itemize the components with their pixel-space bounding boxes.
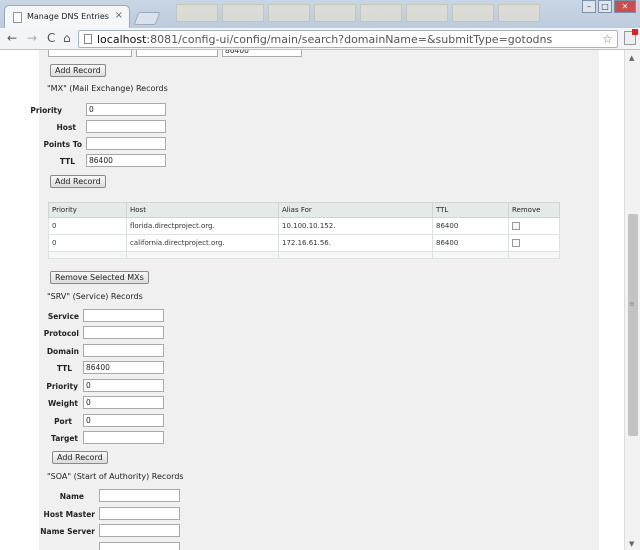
- srv-add-record-button[interactable]: Add Record: [52, 451, 108, 464]
- minimize-icon[interactable]: –: [582, 0, 596, 13]
- srv-port-label: Port: [54, 417, 72, 426]
- cell-alias-for: 172.16.61.56.: [278, 234, 433, 252]
- mx-section-title: "MX" (Mail Exchange) Records: [47, 84, 168, 93]
- page-icon: [13, 12, 22, 23]
- cell-alias-for: 10.100.10.152.: [278, 217, 433, 235]
- srv-service-field[interactable]: [83, 309, 164, 322]
- url-text[interactable]: localhost:8081/config-ui/config/main/sea…: [97, 33, 552, 46]
- soa-next-field-partial[interactable]: [99, 542, 180, 550]
- new-tab-button[interactable]: [133, 12, 161, 25]
- srv-weight-field[interactable]: [83, 396, 164, 409]
- mx-ttl-field[interactable]: [86, 154, 166, 167]
- cell-ttl: 86400: [432, 234, 509, 252]
- cell-ttl: 86400: [432, 217, 509, 235]
- col-alias-for: Alias For: [278, 202, 433, 218]
- mx-add-record-button[interactable]: Add Record: [50, 175, 106, 188]
- soa-name-label: Name: [59, 492, 84, 501]
- scroll-grip-icon: ≡: [629, 300, 635, 308]
- srv-target-field[interactable]: [83, 431, 164, 444]
- srv-weight-label: Weight: [48, 399, 78, 408]
- extension-icon[interactable]: [624, 29, 638, 45]
- col-remove: Remove: [508, 202, 560, 218]
- srv-ttl-field[interactable]: [83, 361, 164, 374]
- cell-priority: 0: [48, 234, 127, 252]
- srv-ttl-label: TTL: [56, 364, 72, 373]
- srv-priority-label: Priority: [46, 382, 78, 391]
- vertical-scrollbar[interactable]: ▲ ≡ ▼: [624, 50, 640, 550]
- mx-priority-field[interactable]: [86, 103, 166, 116]
- cell-host: california.directproject.org.: [126, 234, 279, 252]
- browser-tab[interactable]: Manage DNS Entries ×: [4, 5, 130, 29]
- srv-protocol-label: Protocol: [43, 329, 79, 338]
- srv-section-title: "SRV" (Service) Records: [47, 292, 143, 301]
- reload-icon[interactable]: C: [47, 31, 55, 45]
- mx-host-field[interactable]: [86, 120, 166, 133]
- bookmark-star-icon[interactable]: ☆: [602, 32, 613, 46]
- scrollbar-thumb[interactable]: [628, 214, 638, 436]
- mx-priority-label: Priority: [30, 106, 62, 115]
- scroll-up-icon[interactable]: ▲: [629, 54, 634, 62]
- add-record-button-top[interactable]: Add Record: [50, 64, 106, 77]
- remove-checkbox[interactable]: [512, 222, 520, 230]
- scroll-down-icon[interactable]: ▼: [629, 540, 634, 548]
- remove-selected-mxs-button[interactable]: Remove Selected MXs: [50, 271, 149, 284]
- mx-host-label: Host: [56, 123, 76, 132]
- srv-priority-field[interactable]: [83, 379, 164, 392]
- soa-host-master-field[interactable]: [99, 507, 180, 520]
- forward-arrow-icon[interactable]: →: [27, 31, 37, 45]
- browser-tab-strip: Manage DNS Entries × – □ ✕: [0, 0, 640, 29]
- soa-host-master-label: Host Master: [43, 510, 95, 519]
- mx-records-table: Priority Host Alias For TTL Remove 0 flo…: [48, 202, 560, 259]
- cell-priority: 0: [48, 217, 127, 235]
- cell-remove: [508, 217, 560, 235]
- remove-checkbox[interactable]: [512, 239, 520, 247]
- table-row: 0 california.directproject.org. 172.16.6…: [48, 234, 560, 252]
- prev-ttl-field[interactable]: [222, 50, 302, 57]
- back-arrow-icon[interactable]: ←: [7, 31, 17, 45]
- srv-domain-label: Domain: [46, 347, 79, 356]
- close-icon[interactable]: ×: [115, 10, 123, 21]
- mx-ttl-label: TTL: [59, 157, 75, 166]
- tab-title: Manage DNS Entries: [27, 12, 109, 21]
- table-row: 0 florida.directproject.org. 10.100.10.1…: [48, 217, 560, 235]
- window-close-icon[interactable]: ✕: [614, 0, 636, 13]
- soa-name-server-field[interactable]: [99, 524, 180, 537]
- soa-name-server-label: Name Server: [40, 527, 95, 536]
- page-info-icon: [84, 34, 92, 44]
- prev-field-1[interactable]: [48, 50, 132, 57]
- srv-service-label: Service: [47, 312, 79, 321]
- prev-field-2[interactable]: [136, 50, 218, 57]
- mx-points-to-field[interactable]: [86, 137, 166, 150]
- soa-section-title: "SOA" (Start of Authority) Records: [47, 472, 184, 481]
- col-priority: Priority: [48, 202, 127, 218]
- mx-points-to-label: Points To: [43, 140, 83, 149]
- col-host: Host: [126, 202, 279, 218]
- srv-protocol-field[interactable]: [83, 326, 164, 339]
- table-header-row: Priority Host Alias For TTL Remove: [48, 202, 560, 218]
- page-viewport: Add Record "MX" (Mail Exchange) Records …: [0, 50, 624, 550]
- home-icon[interactable]: ⌂: [63, 31, 71, 45]
- col-ttl: TTL: [432, 202, 509, 218]
- table-footer-row: [48, 251, 560, 259]
- srv-target-label: Target: [51, 434, 78, 443]
- window-controls: – □ ✕: [580, 0, 636, 13]
- address-bar[interactable]: localhost:8081/config-ui/config/main/sea…: [78, 30, 618, 48]
- maximize-icon[interactable]: □: [598, 0, 612, 13]
- browser-toolbar: ← → C ⌂ localhost:8081/config-ui/config/…: [0, 28, 640, 50]
- cell-remove: [508, 234, 560, 252]
- background-thumbnails: [176, 4, 556, 26]
- cell-host: florida.directproject.org.: [126, 217, 279, 235]
- srv-port-field[interactable]: [83, 414, 164, 427]
- soa-name-field[interactable]: [99, 489, 180, 502]
- srv-domain-field[interactable]: [83, 344, 164, 357]
